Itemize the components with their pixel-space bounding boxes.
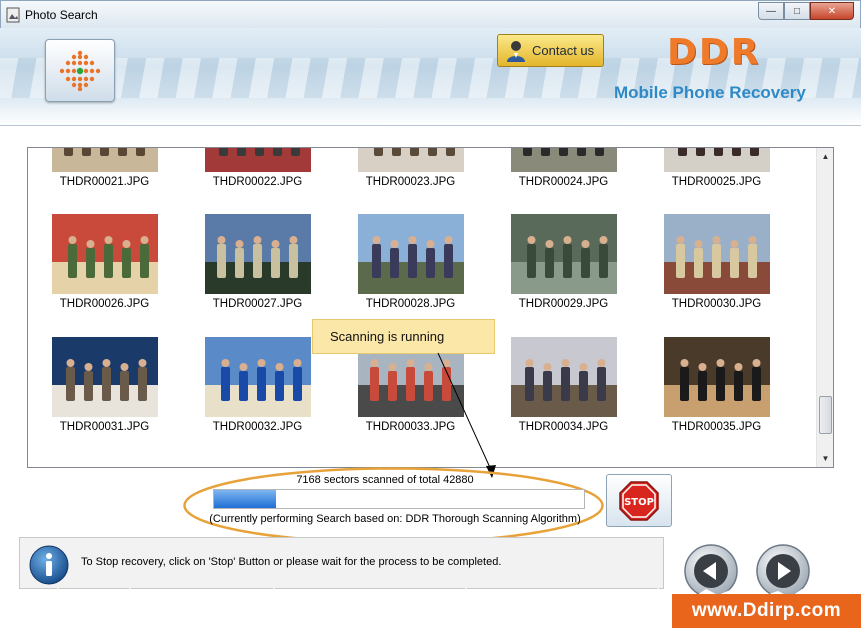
scan-progress-bar bbox=[213, 489, 585, 509]
status-bar: To Stop recovery, click on 'Stop' Button… bbox=[19, 537, 664, 589]
stop-sign-icon: STOP bbox=[619, 480, 659, 521]
sectors-scanned-text: 7168 sectors scanned of total 42880 bbox=[296, 474, 474, 486]
website-tag[interactable]: www.Ddirp.com bbox=[672, 594, 861, 628]
status-message: To Stop recovery, click on 'Stop' Button… bbox=[81, 556, 502, 568]
scan-progress-fill bbox=[214, 490, 276, 508]
stop-button[interactable]: STOP bbox=[606, 474, 672, 527]
stop-label: STOP bbox=[624, 497, 654, 508]
info-icon bbox=[29, 545, 69, 585]
algorithm-text: (Currently performing Search based on: D… bbox=[209, 513, 581, 525]
